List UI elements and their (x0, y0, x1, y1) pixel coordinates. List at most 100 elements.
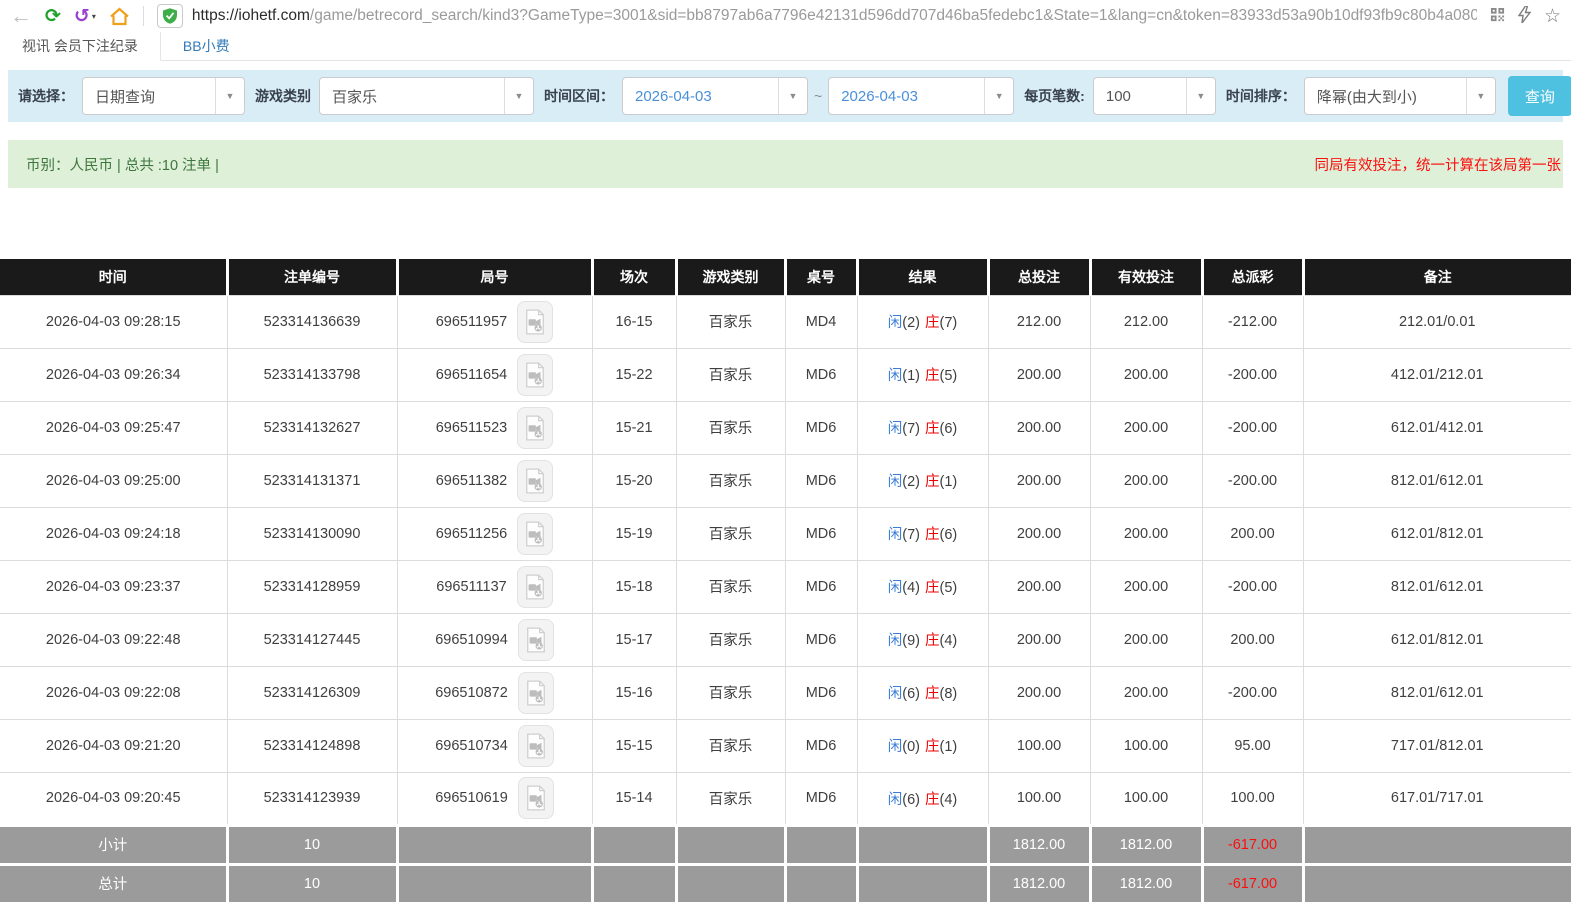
refresh-icon[interactable]: ⟳ (45, 7, 61, 26)
cell-bet-id: 523314123939 (226, 771, 398, 826)
cell-game: 百家乐 (675, 559, 786, 614)
video-replay-button[interactable] (517, 353, 554, 396)
cell-time: 2026-04-03 09:20:45 (0, 771, 228, 826)
header-result: 结果 (857, 259, 990, 295)
cell-total-bet: 200.00 (987, 453, 1091, 508)
round-number: 696511957 (435, 313, 508, 330)
cell-round: 696511256 (396, 506, 593, 561)
cell-note: 812.01/612.01 (1302, 559, 1571, 614)
header-bet-id: 注单编号 (227, 259, 399, 295)
header-note: 备注 (1303, 259, 1571, 295)
page-size-select[interactable]: 100 ▼ (1092, 77, 1216, 115)
footer-empty-round (395, 823, 594, 866)
date-to-select[interactable]: 2026-04-03 ▼ (828, 77, 1015, 115)
footer-label: 小计 (0, 823, 229, 866)
round-number: 696511256 (435, 525, 508, 542)
url-text: https://iohetf.com/game/betrecord_search… (192, 7, 1477, 25)
cell-time: 2026-04-03 09:26:34 (0, 347, 228, 402)
video-replay-button[interactable] (517, 777, 554, 819)
cell-valid-bet: 100.00 (1089, 771, 1203, 826)
date-to-value: 2026-04-03 (841, 87, 918, 105)
home-icon[interactable] (109, 7, 130, 26)
table-summary-row: 小计 10 1812.00 1812.00 -617.00 (0, 823, 1571, 866)
result-player-label: 闲 (887, 315, 903, 331)
round-number: 696511382 (435, 472, 508, 489)
cell-total-bet: 200.00 (987, 400, 1091, 455)
result-banker-num: (5) (939, 368, 958, 384)
result-player-label: 闲 (887, 791, 903, 808)
back-icon[interactable]: ← (10, 5, 32, 27)
cell-total-bet: 200.00 (987, 559, 1091, 614)
header-payout: 总派彩 (1202, 259, 1305, 295)
cell-result: 闲(6) 庄(4) (856, 771, 989, 826)
cell-table-no: MD6 (784, 718, 858, 773)
cell-session: 15-14 (591, 771, 677, 826)
cell-time: 2026-04-03 09:25:00 (0, 453, 228, 508)
footer-label: 总计 (0, 862, 229, 905)
result-banker-num: (1) (939, 474, 958, 490)
cell-payout: -200.00 (1201, 453, 1304, 508)
query-type-select[interactable]: 日期查询 ▼ (82, 77, 245, 115)
cell-table-no: MD6 (784, 347, 858, 402)
query-type-label: 请选择： (18, 88, 74, 104)
history-dropdown[interactable]: ↺ ▾ (74, 7, 96, 26)
url-domain: https://iohetf.com (191, 7, 310, 24)
result-banker-num: (4) (939, 791, 958, 808)
footer-payout: -617.00 (1200, 862, 1305, 905)
cell-valid-bet: 200.00 (1089, 612, 1203, 667)
browser-toolbar: ← ⟳ ↺ ▾ https://iohetf.com/game/betrecor… (0, 0, 1571, 32)
table-row: 2026-04-03 09:25:47 523314132627 6965115… (0, 400, 1571, 455)
bookmark-star-icon[interactable]: ☆ (1544, 5, 1561, 28)
valid-bet-notice: 同局有效投注，统一计算在该局第一张 (1314, 157, 1562, 174)
video-replay-button[interactable] (517, 300, 554, 343)
qr-code-icon[interactable] (1490, 7, 1505, 25)
footer-empty-table (783, 823, 859, 866)
header-table-no: 桌号 (785, 259, 859, 295)
cell-note: 612.01/412.01 (1302, 400, 1571, 455)
cell-note: 812.01/612.01 (1302, 665, 1571, 720)
cell-payout: -200.00 (1201, 400, 1304, 455)
cell-total-bet: 200.00 (987, 506, 1091, 561)
cell-payout: -200.00 (1201, 347, 1304, 402)
result-player-num: (2) (902, 474, 920, 490)
search-button[interactable]: 查询 (1507, 76, 1571, 116)
result-banker-num: (8) (939, 686, 958, 702)
video-replay-button[interactable] (517, 406, 554, 449)
video-replay-button[interactable] (517, 512, 554, 555)
video-replay-button[interactable] (517, 618, 554, 661)
result-banker-label: 庄 (925, 368, 940, 384)
cell-bet-id: 523314130090 (226, 506, 398, 561)
sort-order-select[interactable]: 降幂(由大到小) ▼ (1303, 77, 1496, 115)
cell-note: 617.01/717.01 (1302, 771, 1571, 826)
footer-empty-game (674, 823, 787, 866)
cell-bet-id: 523314132627 (226, 400, 398, 455)
game-type-label: 游戏类别 (255, 88, 311, 104)
tab-label: 视讯 会员下注纪录 (22, 38, 138, 54)
footer-payout: -617.00 (1200, 823, 1305, 866)
cell-bet-id: 523314131371 (226, 453, 398, 508)
table-row: 2026-04-03 09:28:15 523314136639 6965119… (0, 294, 1571, 349)
cell-result: 闲(6) 庄(8) (856, 665, 989, 720)
date-from-select[interactable]: 2026-04-03 ▼ (622, 77, 808, 115)
footer-count: 10 (225, 823, 399, 866)
cell-valid-bet: 200.00 (1089, 665, 1203, 720)
result-banker-label: 庄 (925, 421, 940, 437)
game-type-select[interactable]: 百家乐 ▼ (319, 77, 534, 115)
result-player-num: (2) (902, 315, 920, 331)
video-replay-button[interactable] (516, 565, 553, 608)
cell-valid-bet: 200.00 (1089, 506, 1203, 561)
tab-bb-tip[interactable]: BB小费 (161, 32, 252, 60)
cell-table-no: MD6 (784, 400, 858, 455)
address-bar[interactable]: https://iohetf.com/game/betrecord_search… (156, 4, 1561, 28)
video-replay-button[interactable] (517, 459, 554, 502)
cell-session: 15-15 (591, 718, 677, 773)
tab-video-bet-records[interactable]: 视讯 会员下注纪录 (0, 32, 161, 61)
flash-extension-icon[interactable] (1517, 5, 1532, 26)
bet-table-body: 2026-04-03 09:28:15 523314136639 6965119… (0, 294, 1571, 826)
cell-total-bet: 100.00 (987, 718, 1091, 773)
video-replay-button[interactable] (517, 671, 554, 714)
undo-icon: ↺ (73, 5, 90, 27)
cell-round: 696510994 (396, 612, 593, 667)
security-shield-icon[interactable] (156, 4, 183, 28)
video-replay-button[interactable] (517, 724, 554, 767)
